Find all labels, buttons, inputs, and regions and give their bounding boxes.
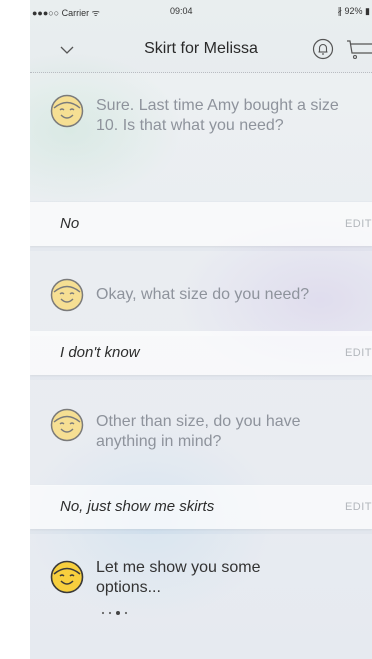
- bot-message: Okay, what size do you need?: [30, 251, 372, 336]
- carrier-signal: ●●●○○ Carrier ᯤ: [32, 8, 100, 18]
- bot-message-text: Okay, what size do you need?: [96, 286, 310, 303]
- user-reply-text: No, just show me skirts: [60, 498, 215, 515]
- status-time: 09:04: [170, 6, 193, 16]
- cart-icon[interactable]: [346, 38, 372, 65]
- user-reply: No EDIT: [30, 202, 372, 246]
- user-reply-text: I don't know: [60, 344, 140, 361]
- edit-reply-button[interactable]: EDIT: [345, 501, 372, 513]
- navigation-bar: Skirt for Melissa: [30, 26, 372, 73]
- status-bar: ●●●○○ Carrier ᯤ 09:04 ∦ 92% ▮: [30, 0, 372, 26]
- bot-message: Other than size, do you have anything in…: [30, 380, 372, 486]
- user-reply: No, just show me skirts EDIT: [30, 485, 372, 529]
- bot-message: Sure. Last time Amy bought a size 10. Is…: [30, 73, 372, 201]
- bell-icon[interactable]: [312, 38, 334, 65]
- user-reply: I don't know EDIT: [30, 331, 372, 375]
- bot-message-text: Let me show you some options...: [96, 559, 261, 596]
- assistant-avatar-icon: [50, 560, 84, 599]
- phone-screen: ●●●○○ Carrier ᯤ 09:04 ∦ 92% ▮ Skirt for …: [30, 0, 372, 659]
- bot-message: Let me show you some options...: [30, 534, 372, 659]
- battery-status: ∦ 92% ▮: [337, 6, 370, 16]
- assistant-avatar-icon: [50, 408, 84, 447]
- assistant-avatar-icon: [50, 94, 84, 133]
- bot-message-text: Sure. Last time Amy bought a size 10. Is…: [96, 97, 339, 134]
- bot-message-text: Other than size, do you have anything in…: [96, 413, 301, 450]
- user-reply-text: No: [60, 215, 80, 232]
- assistant-avatar-icon: [50, 278, 84, 317]
- typing-indicator: [100, 603, 130, 621]
- edit-reply-button[interactable]: EDIT: [345, 218, 372, 230]
- edit-reply-button[interactable]: EDIT: [345, 347, 372, 359]
